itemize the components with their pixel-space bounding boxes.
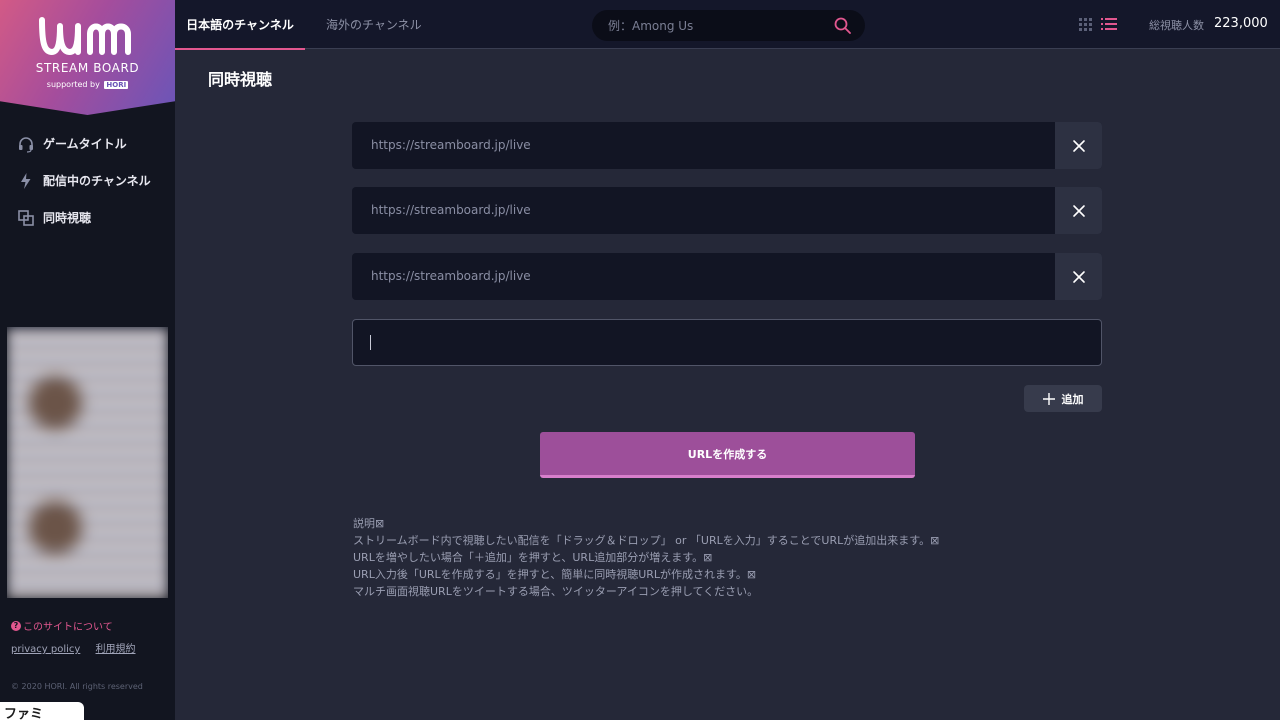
text-caret [370, 335, 371, 350]
privacy-policy-link[interactable]: privacy policy [11, 644, 80, 655]
description-line: 説明⊠ [353, 517, 385, 530]
description-line: マルチ画面視聴URLをツイートする場合、ツイッターアイコンを押してください。 [353, 585, 759, 598]
sidebar: STREAM BOARD supported by HORI ゲームタイトル 配… [0, 0, 175, 720]
famitsu-watermark: ファミ通.com [0, 702, 84, 720]
question-icon: ? [11, 620, 21, 631]
app-root: STREAM BOARD supported by HORI ゲームタイトル 配… [0, 0, 1280, 720]
close-icon [1072, 139, 1085, 152]
url-row: https://streamboard.jp/live [352, 122, 1102, 169]
url-row: https://streamboard.jp/live [352, 187, 1102, 234]
create-url-label: URLを作成する [687, 447, 768, 461]
description-line: URL入力後「URLを作成する」を押すと、簡単に同時視聴URLが作成されます。⊠ [353, 568, 757, 581]
close-icon [1072, 204, 1085, 217]
about-label: このサイトについて [23, 622, 113, 633]
description: 説明⊠ ストリームボード内で視聴したい配信を「ドラッグ＆ドロップ」 or 「UR… [353, 515, 1113, 600]
copyright: © 2020 HORI. All rights reserved [11, 682, 143, 691]
grid-view-icon[interactable] [1079, 18, 1092, 31]
sponsor-logo: HORI [104, 81, 129, 89]
sidebar-ad-banner[interactable] [7, 327, 168, 598]
sidebar-item-game-titles[interactable]: ゲームタイトル [0, 125, 175, 162]
list-view-icon[interactable] [1101, 17, 1117, 31]
footer-links: privacy policy 利用規約 [11, 640, 148, 655]
new-url-input[interactable] [352, 319, 1102, 366]
add-url-label: 追加 [1061, 392, 1084, 406]
tab-japanese-channels[interactable]: 日本語のチャンネル [175, 0, 305, 50]
search-box [592, 10, 865, 41]
about-link[interactable]: ? このサイトについて [11, 618, 113, 633]
create-url-button[interactable]: URLを作成する [540, 432, 915, 478]
remove-url-button[interactable] [1055, 253, 1102, 300]
remove-url-button[interactable] [1055, 122, 1102, 169]
logo-supported-by: supported by HORI [0, 80, 175, 89]
tab-overseas-channels[interactable]: 海外のチャンネル [326, 0, 422, 49]
logo-text: STREAM BOARD [35, 61, 140, 75]
url-field-value[interactable]: https://streamboard.jp/live [371, 187, 531, 234]
remove-url-button[interactable] [1055, 187, 1102, 234]
terms-link[interactable]: 利用規約 [96, 644, 136, 655]
close-icon [1072, 270, 1085, 283]
url-field-value[interactable]: https://streamboard.jp/live [371, 253, 531, 300]
sidebar-item-label: ゲームタイトル [43, 137, 127, 151]
watermark-text: ファミ通.com [4, 707, 44, 720]
ad-image [7, 327, 168, 598]
top-bar: 日本語のチャンネル 海外のチャンネル 総視聴人数 223,000 [175, 0, 1280, 50]
description-line: ストリームボード内で視聴したい配信を「ドラッグ＆ドロップ」 or 「URLを入力… [353, 534, 940, 547]
lightning-icon [21, 172, 31, 189]
sidebar-item-live-channels[interactable]: 配信中のチャンネル [0, 162, 175, 199]
sidebar-nav: ゲームタイトル 配信中のチャンネル 同時視聴 [0, 125, 175, 236]
sidebar-item-label: 同時視聴 [43, 211, 92, 225]
logo[interactable]: STREAM BOARD supported by HORI [0, 0, 175, 115]
total-viewers-label: 総視聴人数 [1149, 19, 1204, 32]
headset-icon [19, 136, 33, 153]
search-icon[interactable] [834, 17, 851, 34]
url-field-value[interactable]: https://streamboard.jp/live [371, 122, 531, 169]
plus-icon [1042, 392, 1055, 405]
search-input[interactable] [608, 10, 828, 41]
sidebar-item-label: 配信中のチャンネル [43, 174, 151, 188]
logo-mark-icon [39, 17, 131, 55]
supported-by-text: supported by [46, 80, 100, 89]
page-title: 同時視聴 [208, 70, 273, 89]
multi-view-icon [18, 209, 34, 226]
add-url-button[interactable]: 追加 [1024, 385, 1102, 412]
sidebar-item-multi-view[interactable]: 同時視聴 [0, 199, 175, 236]
total-viewers-count: 223,000 [1214, 16, 1268, 31]
description-line: URLを増やしたい場合「＋追加」を押すと、URL追加部分が増えます。⊠ [353, 551, 713, 564]
url-row: https://streamboard.jp/live [352, 253, 1102, 300]
